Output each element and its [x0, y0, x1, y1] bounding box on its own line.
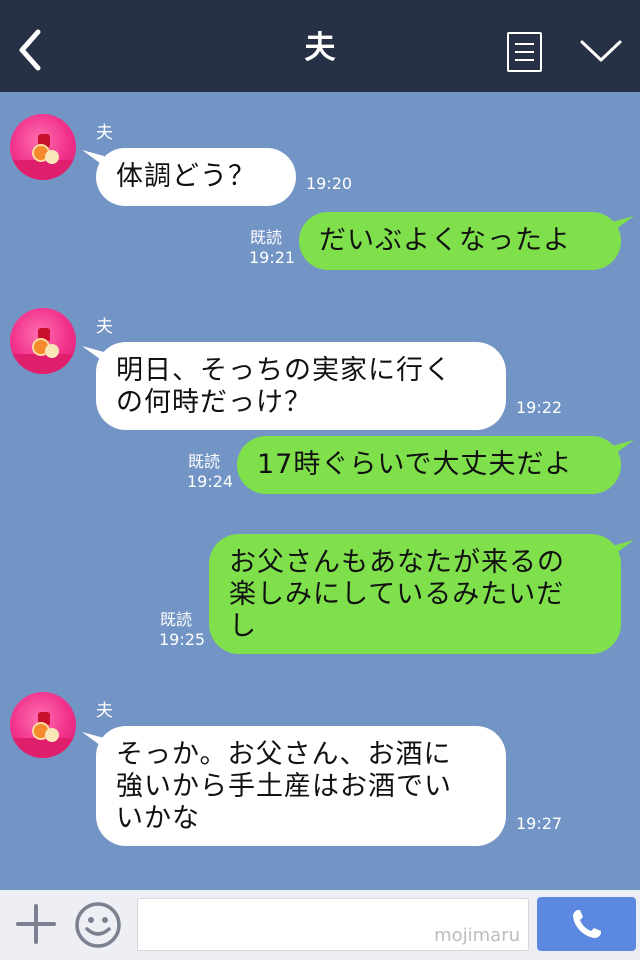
- message-time: 19:22: [516, 398, 563, 417]
- message-time: 19:27: [516, 814, 563, 833]
- chevron-down-icon[interactable]: [578, 36, 624, 66]
- sender-name: 夫: [96, 701, 113, 721]
- chat-header: 夫: [0, 0, 640, 92]
- smiley-icon[interactable]: [74, 901, 122, 949]
- bubble-tail: [612, 216, 634, 232]
- sender-name: 夫: [96, 123, 113, 143]
- message-bubble: だいぶよくなったよ: [299, 212, 621, 270]
- phone-icon: [573, 910, 601, 938]
- message-bubble: 17時ぐらいで大丈夫だよ: [237, 436, 621, 494]
- chat-title: 夫: [304, 30, 336, 66]
- sender-name: 夫: [96, 317, 113, 337]
- message-bubble: お父さんもあなたが来るの 楽しみにしているみたいだ し: [209, 534, 621, 654]
- avatar[interactable]: [10, 114, 76, 180]
- list-icon[interactable]: [507, 32, 542, 72]
- message-time: 19:24: [187, 472, 234, 491]
- message-time: 19:21: [249, 248, 296, 267]
- message-time: 19:20: [306, 174, 353, 193]
- message-bubble: 体調どう？: [96, 148, 296, 206]
- avatar[interactable]: [10, 308, 76, 374]
- message-input[interactable]: mojimaru: [137, 898, 529, 951]
- message-time: 19:25: [159, 630, 206, 649]
- plus-icon[interactable]: [16, 904, 56, 944]
- read-receipt: 既読: [188, 452, 221, 471]
- call-button[interactable]: [537, 897, 636, 951]
- bubble-tail: [612, 540, 634, 556]
- read-receipt: 既読: [250, 228, 283, 247]
- message-bubble: 明日、そっちの実家に行く の何時だっけ？: [96, 342, 506, 430]
- bubble-tail: [612, 440, 634, 456]
- watermark: mojimaru: [434, 925, 520, 946]
- chat-log[interactable]: 夫 体調どう？ 19:20 既読 19:21 だいぶよくなったよ 夫 明日、そっ…: [0, 92, 640, 890]
- avatar[interactable]: [10, 692, 76, 758]
- read-receipt: 既読: [160, 610, 193, 629]
- message-bubble: そっか。お父さん、お酒に 強いから手土産はお酒でい いかな: [96, 726, 506, 846]
